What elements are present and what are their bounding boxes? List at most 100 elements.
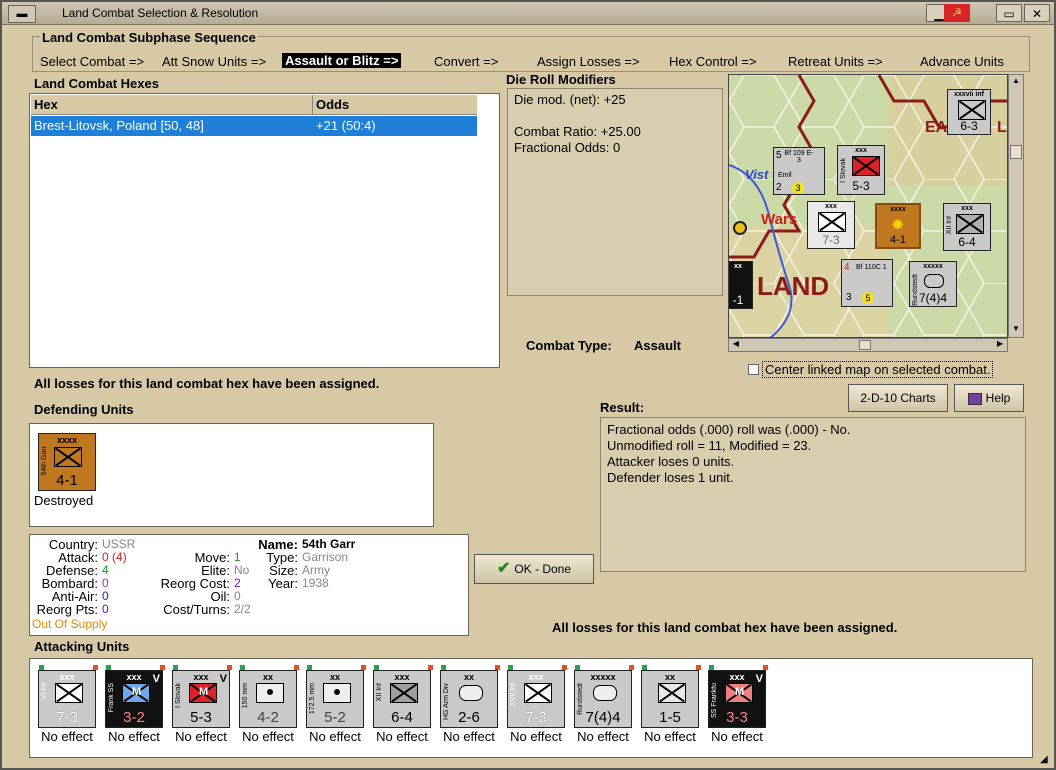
info-attack-mod: (4) bbox=[112, 550, 127, 564]
infantry-icon: M bbox=[122, 683, 150, 703]
attacking-unit-counter[interactable]: xx 1-5 bbox=[641, 665, 701, 728]
unit-strength: 5-2 bbox=[324, 709, 346, 726]
drm-blank bbox=[514, 108, 716, 124]
map-unit-7-3[interactable]: xxx 7-3 bbox=[807, 201, 855, 249]
unit-size: xx bbox=[664, 672, 675, 682]
attacking-unit-counter[interactable]: xxx Frank SS M 3-2 V bbox=[105, 665, 165, 728]
info-antiair: 0 bbox=[102, 589, 109, 603]
restore-icon[interactable]: ▭ bbox=[996, 4, 1022, 22]
defending-unit-status: Destroyed bbox=[34, 493, 94, 508]
attacking-unit-status: No effect bbox=[577, 729, 629, 744]
attacking-unit-counter[interactable]: xx 172.5 mm 5-2 bbox=[306, 665, 366, 728]
unit-strength: 3-3 bbox=[726, 709, 748, 726]
attacking-unit-counter[interactable]: xxx VI Inf 7-3 bbox=[38, 665, 98, 728]
attacking-unit-counter[interactable]: xxx I Slovak M 5-3 V bbox=[172, 665, 232, 728]
unit-name: Frank SS bbox=[108, 683, 115, 713]
scroll-thumb[interactable] bbox=[1010, 145, 1022, 159]
unit-strength: 4-2 bbox=[257, 709, 279, 726]
scroll-up-icon[interactable]: ▲ bbox=[1010, 76, 1022, 88]
combat-type-value: Assault bbox=[634, 338, 681, 353]
center-map-label[interactable]: Center linked map on selected combat. bbox=[762, 361, 994, 378]
attacking-unit-status: No effect bbox=[175, 729, 227, 744]
status-indicators bbox=[106, 665, 165, 671]
scroll-thumb[interactable] bbox=[859, 340, 871, 350]
attacking-unit-counter[interactable]: xxx XII Inf 6-4 bbox=[373, 665, 433, 728]
map-unit-7-4-4[interactable]: xxxxx Rundstedt 7(4)4 bbox=[909, 261, 957, 307]
unit-strength: 7-3 bbox=[525, 709, 547, 726]
attacking-unit-counter[interactable]: xx HG Arm Div 2-6 bbox=[440, 665, 500, 728]
map-unit-bf109[interactable]: 5 Bf 109 E-3 Emil 2 3 bbox=[773, 147, 825, 195]
scroll-right-icon[interactable]: ▶ bbox=[994, 339, 1006, 348]
table-row[interactable]: Brest-Litovsk, Poland [50, 48] +21 (50:4… bbox=[31, 116, 477, 136]
attacking-unit-status: No effect bbox=[242, 729, 294, 744]
info-attack: 0 bbox=[102, 550, 109, 564]
attacking-unit-counter[interactable]: xxx XVII Inf 7-3 bbox=[507, 665, 567, 728]
info-type: Garrison bbox=[302, 550, 349, 564]
help-button[interactable]: Help bbox=[954, 384, 1024, 412]
motorized-mark-icon: M bbox=[132, 686, 142, 698]
scroll-left-icon[interactable]: ◀ bbox=[730, 339, 742, 348]
map-unit-6-3[interactable]: xxxvii inf 6-3 bbox=[947, 89, 991, 135]
veteran-marker: V bbox=[755, 673, 763, 685]
col-header-odds[interactable]: Odds bbox=[313, 95, 477, 115]
info-size: Army bbox=[302, 563, 330, 577]
map-horizontal-scrollbar[interactable]: ◀ ▶ bbox=[728, 338, 1008, 352]
circle-badge-icon: 3 bbox=[792, 182, 804, 194]
city-marker-icon bbox=[733, 221, 747, 235]
unit-size: xxx bbox=[59, 672, 75, 682]
step-advance-units[interactable]: Advance Units bbox=[920, 54, 1004, 69]
map-unit-5-3[interactable]: xxx I Slovak 5-3 bbox=[837, 145, 885, 195]
land-combat-window: ▬ Land Combat Selection & Resolution ▁ ☭… bbox=[0, 0, 1056, 770]
col-header-hex[interactable]: Hex bbox=[31, 95, 313, 115]
ok-done-button[interactable]: ✔ OK - Done bbox=[474, 554, 594, 584]
scroll-down-icon[interactable]: ▼ bbox=[1010, 324, 1022, 336]
map-unit-bf110[interactable]: 4 Bf 110C 1 3 5 bbox=[841, 259, 893, 307]
defending-unit-counter[interactable]: xxxx 54th Garr 4-1 bbox=[38, 433, 96, 491]
attacking-unit-status: No effect bbox=[644, 729, 696, 744]
linked-map[interactable]: EA L Vist Wars LAND xxxvii inf 6-3 5 Bf … bbox=[728, 74, 1008, 338]
status-led-icon bbox=[508, 665, 513, 670]
loss-message-top: All losses for this land combat hex have… bbox=[34, 376, 380, 391]
map-unit-4-1-selected[interactable]: xxxx ✸ 4-1 bbox=[875, 203, 921, 249]
artillery-icon bbox=[323, 683, 351, 703]
step-convert[interactable]: Convert => bbox=[434, 54, 498, 69]
attacking-unit-counter[interactable]: xxx SS Frankfu M 3-3 V bbox=[708, 665, 768, 728]
combat-type-label: Combat Type: bbox=[526, 338, 612, 353]
map-unit-6-4[interactable]: xxx XII Inf 6-4 bbox=[943, 203, 991, 251]
resize-grip-icon[interactable]: ◢ bbox=[1040, 754, 1052, 766]
map-unit-edge[interactable]: xx -1 bbox=[729, 261, 753, 309]
unit-size: xxx bbox=[394, 672, 410, 682]
status-led-icon bbox=[562, 665, 567, 670]
charts-button[interactable]: 2-D-10 Charts bbox=[848, 384, 948, 412]
map-vertical-scrollbar[interactable]: ▲ ▼ bbox=[1008, 74, 1024, 338]
step-retreat-units[interactable]: Retreat Units => bbox=[788, 54, 883, 69]
soviet-flag-icon: ☭ bbox=[944, 4, 970, 22]
step-select-combat[interactable]: Select Combat => bbox=[40, 54, 144, 69]
ok-done-label: OK - Done bbox=[514, 562, 572, 576]
drm-net: Die mod. (net): +25 bbox=[514, 92, 626, 107]
step-assault-or-blitz[interactable]: Assault or Blitz => bbox=[282, 53, 402, 68]
map-label-vistula: Vist bbox=[745, 167, 769, 182]
step-hex-control[interactable]: Hex Control => bbox=[669, 54, 756, 69]
loss-message-bottom: All losses for this land combat hex have… bbox=[552, 620, 898, 635]
drm-combat-ratio: Combat Ratio: +25.00 bbox=[514, 124, 641, 139]
odds-cell: +21 (50:4) bbox=[316, 118, 376, 133]
status-led-icon bbox=[709, 665, 714, 670]
close-icon[interactable]: ✕ bbox=[1024, 4, 1050, 22]
status-indicators bbox=[374, 665, 433, 671]
title-bar: ▬ Land Combat Selection & Resolution ▁ ☭… bbox=[2, 2, 1054, 25]
window-menu-icon[interactable]: ▬ bbox=[8, 5, 36, 23]
unit-strength: 7-3 bbox=[56, 709, 78, 726]
step-att-snow-units[interactable]: Att Snow Units => bbox=[162, 54, 266, 69]
infantry-icon: M bbox=[189, 683, 217, 703]
attacking-unit-counter[interactable]: xxxxx Rundstedt 7(4)4 bbox=[574, 665, 634, 728]
status-led-icon bbox=[39, 665, 44, 670]
status-led-icon bbox=[294, 665, 299, 670]
info-supply-status: Out Of Supply bbox=[32, 617, 108, 631]
center-map-checkbox[interactable] bbox=[748, 364, 759, 375]
status-led-icon bbox=[361, 665, 366, 670]
attacking-unit-counter[interactable]: xx 150 mm 4-2 bbox=[239, 665, 299, 728]
veteran-marker: V bbox=[219, 673, 227, 685]
result-panel: Fractional odds (.000) roll was (.000) -… bbox=[600, 417, 1026, 572]
step-assign-losses[interactable]: Assign Losses => bbox=[537, 54, 640, 69]
